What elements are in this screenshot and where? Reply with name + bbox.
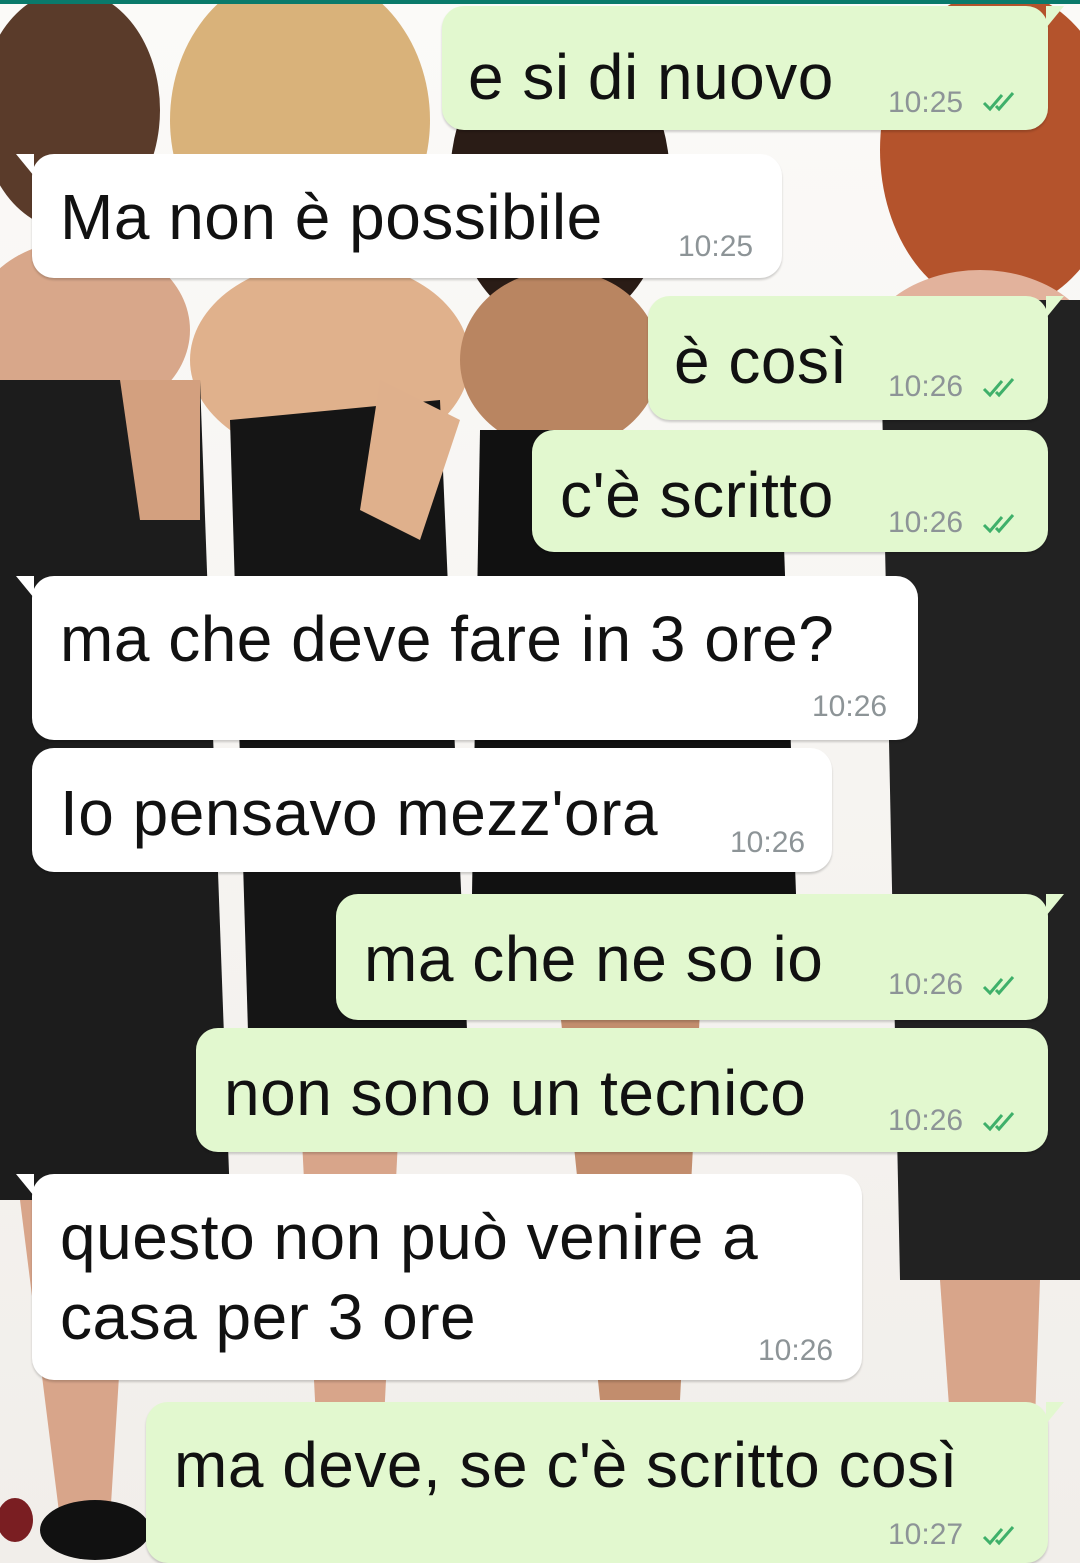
message-time: 10:26 (730, 826, 806, 859)
message-text: è così (674, 325, 848, 397)
message-bubble[interactable]: è così 10:26 (648, 296, 1064, 420)
message-text: ma che ne so io (364, 923, 824, 995)
message-text: ma deve, se c'è scritto così (174, 1429, 958, 1501)
message-text: non sono un tecnico (224, 1057, 807, 1129)
double-check-icon (982, 514, 1015, 534)
double-check-icon (982, 1112, 1015, 1132)
message-time: 10:26 (758, 1334, 834, 1367)
message-time: 10:26 (888, 506, 964, 539)
message-bubble[interactable]: ma che deve fare in 3 ore? 10:26 (16, 576, 918, 740)
message-time: 10:25 (888, 86, 964, 119)
message-text: Io pensavo mezz'ora (60, 777, 659, 849)
message-bubble[interactable]: non sono un tecnico 10:26 (196, 1028, 1048, 1152)
message-bubble[interactable]: questo non può venire a casa per 3 ore 1… (16, 1174, 862, 1380)
double-check-icon (982, 378, 1015, 398)
message-text: Ma non è possibile (60, 181, 603, 253)
message-text: e si di nuovo (468, 41, 834, 113)
message-text: ma che deve fare in 3 ore? (60, 603, 835, 675)
message-bubble[interactable]: ma che ne so io 10:26 (336, 894, 1064, 1020)
message-text-line: questo non può venire a (60, 1201, 759, 1273)
message-text-line: casa per 3 ore (60, 1281, 477, 1353)
message-time: 10:26 (812, 690, 888, 723)
message-bubble[interactable]: c'è scritto 10:26 (532, 430, 1048, 552)
message-bubble[interactable]: e si di nuovo 10:25 (442, 6, 1064, 130)
double-check-icon (982, 976, 1015, 996)
message-bubble[interactable]: ma deve, se c'è scritto così 10:27 (146, 1402, 1064, 1563)
message-time: 10:27 (888, 1518, 964, 1551)
message-time: 10:26 (888, 968, 964, 1001)
message-time: 10:26 (888, 1104, 964, 1137)
message-text: c'è scritto (560, 459, 834, 531)
message-time: 10:25 (678, 230, 754, 263)
message-time: 10:26 (888, 370, 964, 403)
message-bubble[interactable]: Io pensavo mezz'ora 10:26 (32, 748, 832, 872)
double-check-icon (982, 92, 1015, 112)
message-list[interactable]: e si di nuovo 10:25 Ma non è possibile 1… (0, 0, 1080, 1563)
double-check-icon (982, 1526, 1015, 1546)
message-bubble[interactable]: Ma non è possibile 10:25 (16, 154, 782, 278)
